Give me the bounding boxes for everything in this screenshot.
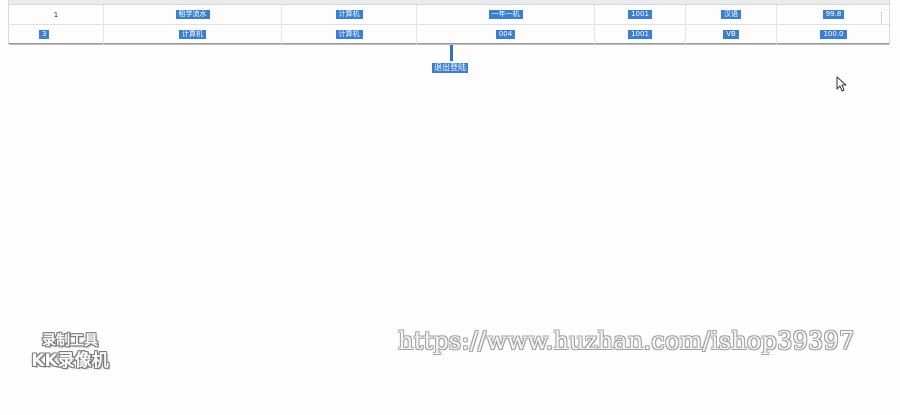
cell-text: VB	[723, 30, 739, 39]
mouse-pointer-icon	[836, 76, 847, 92]
cell-text: 1001	[628, 10, 652, 19]
table-cell: 1001	[595, 25, 686, 44]
table-cell: 004	[417, 25, 595, 44]
cell-text: 1001	[628, 30, 652, 39]
table-cell: 租学流水	[104, 5, 282, 24]
text-cursor-caret	[450, 45, 453, 61]
table-cell: VB	[686, 25, 777, 44]
table-row[interactable]: 3 计算机 计算机 004 1001 VB 100.0	[9, 25, 889, 45]
cell-text: 1	[53, 10, 59, 19]
cell-text: 99.8	[822, 10, 845, 19]
table-cell: 100.0	[777, 25, 890, 44]
table-cell: 计算机	[282, 25, 417, 44]
table-cell: 汉语	[686, 5, 777, 24]
table-row[interactable]: 1 租学流水 计算机 一年一机 1001 汉语 99.8	[9, 5, 889, 25]
cell-text: 汉语	[721, 10, 741, 19]
table-cell: 1001	[595, 5, 686, 24]
table-cell-id: 3	[9, 25, 104, 44]
cell-text: 一年一机	[488, 10, 523, 19]
table-cell: 计算机	[104, 25, 282, 44]
cell-text: 100.0	[820, 30, 847, 39]
table-cell: 99.8	[777, 5, 890, 24]
cell-text: 计算机	[179, 30, 206, 39]
table-cell: 一年一机	[417, 5, 595, 24]
cell-text: 计算机	[335, 10, 363, 19]
cell-text: 004	[495, 30, 516, 39]
logout-link[interactable]: 退出登陆	[432, 63, 468, 73]
recorder-watermark-logo: 录制工具 KK录像机	[25, 332, 115, 376]
cell-text: 计算机	[335, 30, 363, 39]
watermark-logo-line2: KK录像机	[31, 351, 109, 371]
data-table: 1 租学流水 计算机 一年一机 1001 汉语 99.8 3 计算机 计算机 0…	[8, 0, 890, 45]
cell-text: 3	[39, 30, 50, 39]
watermark-logo-line1: 录制工具	[42, 333, 98, 349]
table-cell-id: 1	[9, 5, 104, 24]
table-cell: 计算机	[282, 5, 417, 24]
cell-text: 租学流水	[175, 10, 210, 19]
watermark-url: https://www.huzhan.com/ishop39397	[398, 327, 855, 355]
row-grip-handle[interactable]	[881, 12, 884, 24]
